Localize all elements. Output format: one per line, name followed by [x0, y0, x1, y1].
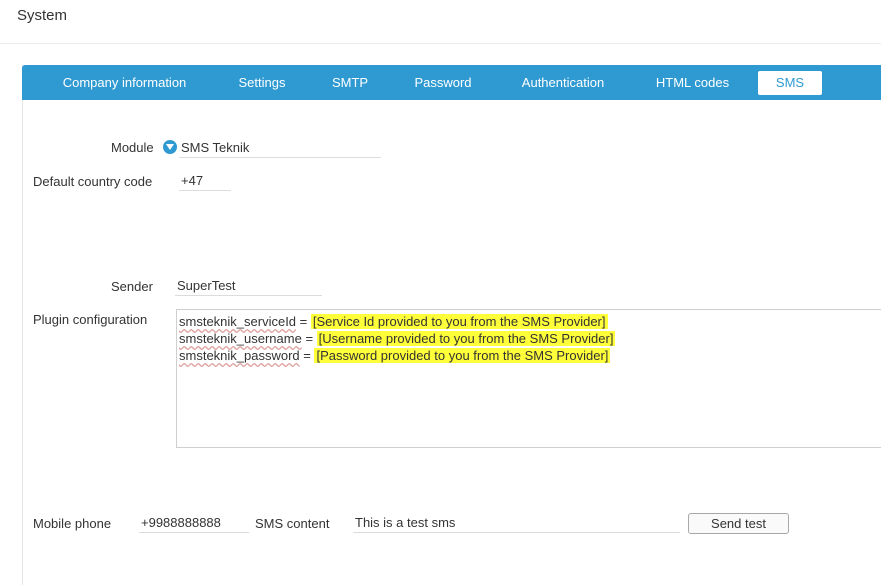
tab-authentication[interactable]: Authentication — [512, 71, 614, 95]
tab-sms[interactable]: SMS — [758, 71, 822, 95]
chevron-down-icon — [166, 144, 174, 150]
tab-bar: Company information Settings SMTP Passwo… — [22, 65, 881, 100]
plugin-config-line: smsteknik_serviceId = [Service Id provid… — [179, 313, 879, 330]
page-title: System — [17, 7, 68, 24]
config-value: [Password provided to you from the SMS P… — [314, 348, 611, 363]
sender-label: Sender — [111, 279, 153, 294]
top-divider — [0, 43, 881, 44]
tab-html-codes[interactable]: HTML codes — [645, 71, 740, 95]
country-code-label: Default country code — [33, 174, 153, 189]
tab-settings[interactable]: Settings — [227, 71, 297, 95]
tab-password[interactable]: Password — [407, 71, 479, 95]
sms-content-label: SMS content — [255, 516, 330, 531]
config-key: smsteknik_password — [179, 348, 300, 363]
config-key: smsteknik_serviceId — [179, 314, 297, 329]
config-separator: = — [299, 348, 315, 363]
tab-smtp[interactable]: SMTP — [324, 71, 376, 95]
config-value: [Username provided to you from the SMS P… — [316, 331, 616, 346]
plugin-config-line: smsteknik_username = [Username provided … — [179, 330, 879, 347]
config-separator: = — [301, 331, 317, 346]
config-key: smsteknik_username — [179, 331, 302, 346]
country-code-input[interactable]: +47 — [179, 172, 231, 191]
module-select-icon[interactable] — [163, 140, 177, 154]
config-value: [Service Id provided to you from the SMS… — [310, 314, 608, 329]
sender-input[interactable]: SuperTest — [175, 277, 322, 296]
plugin-config-label: Plugin configuration — [33, 312, 148, 327]
send-test-button[interactable]: Send test — [688, 513, 789, 534]
plugin-config-textarea[interactable]: smsteknik_serviceId = [Service Id provid… — [176, 309, 881, 448]
module-select[interactable]: SMS Teknik — [179, 139, 381, 158]
config-separator: = — [296, 314, 311, 329]
mobile-phone-label: Mobile phone — [33, 516, 112, 531]
module-label: Module — [111, 140, 154, 155]
sms-content-input[interactable]: This is a test sms — [353, 514, 680, 533]
plugin-config-line: smsteknik_password = [Password provided … — [179, 347, 879, 364]
mobile-phone-input[interactable]: +9988888888 — [139, 514, 249, 533]
tab-company-information[interactable]: Company information — [52, 71, 197, 95]
